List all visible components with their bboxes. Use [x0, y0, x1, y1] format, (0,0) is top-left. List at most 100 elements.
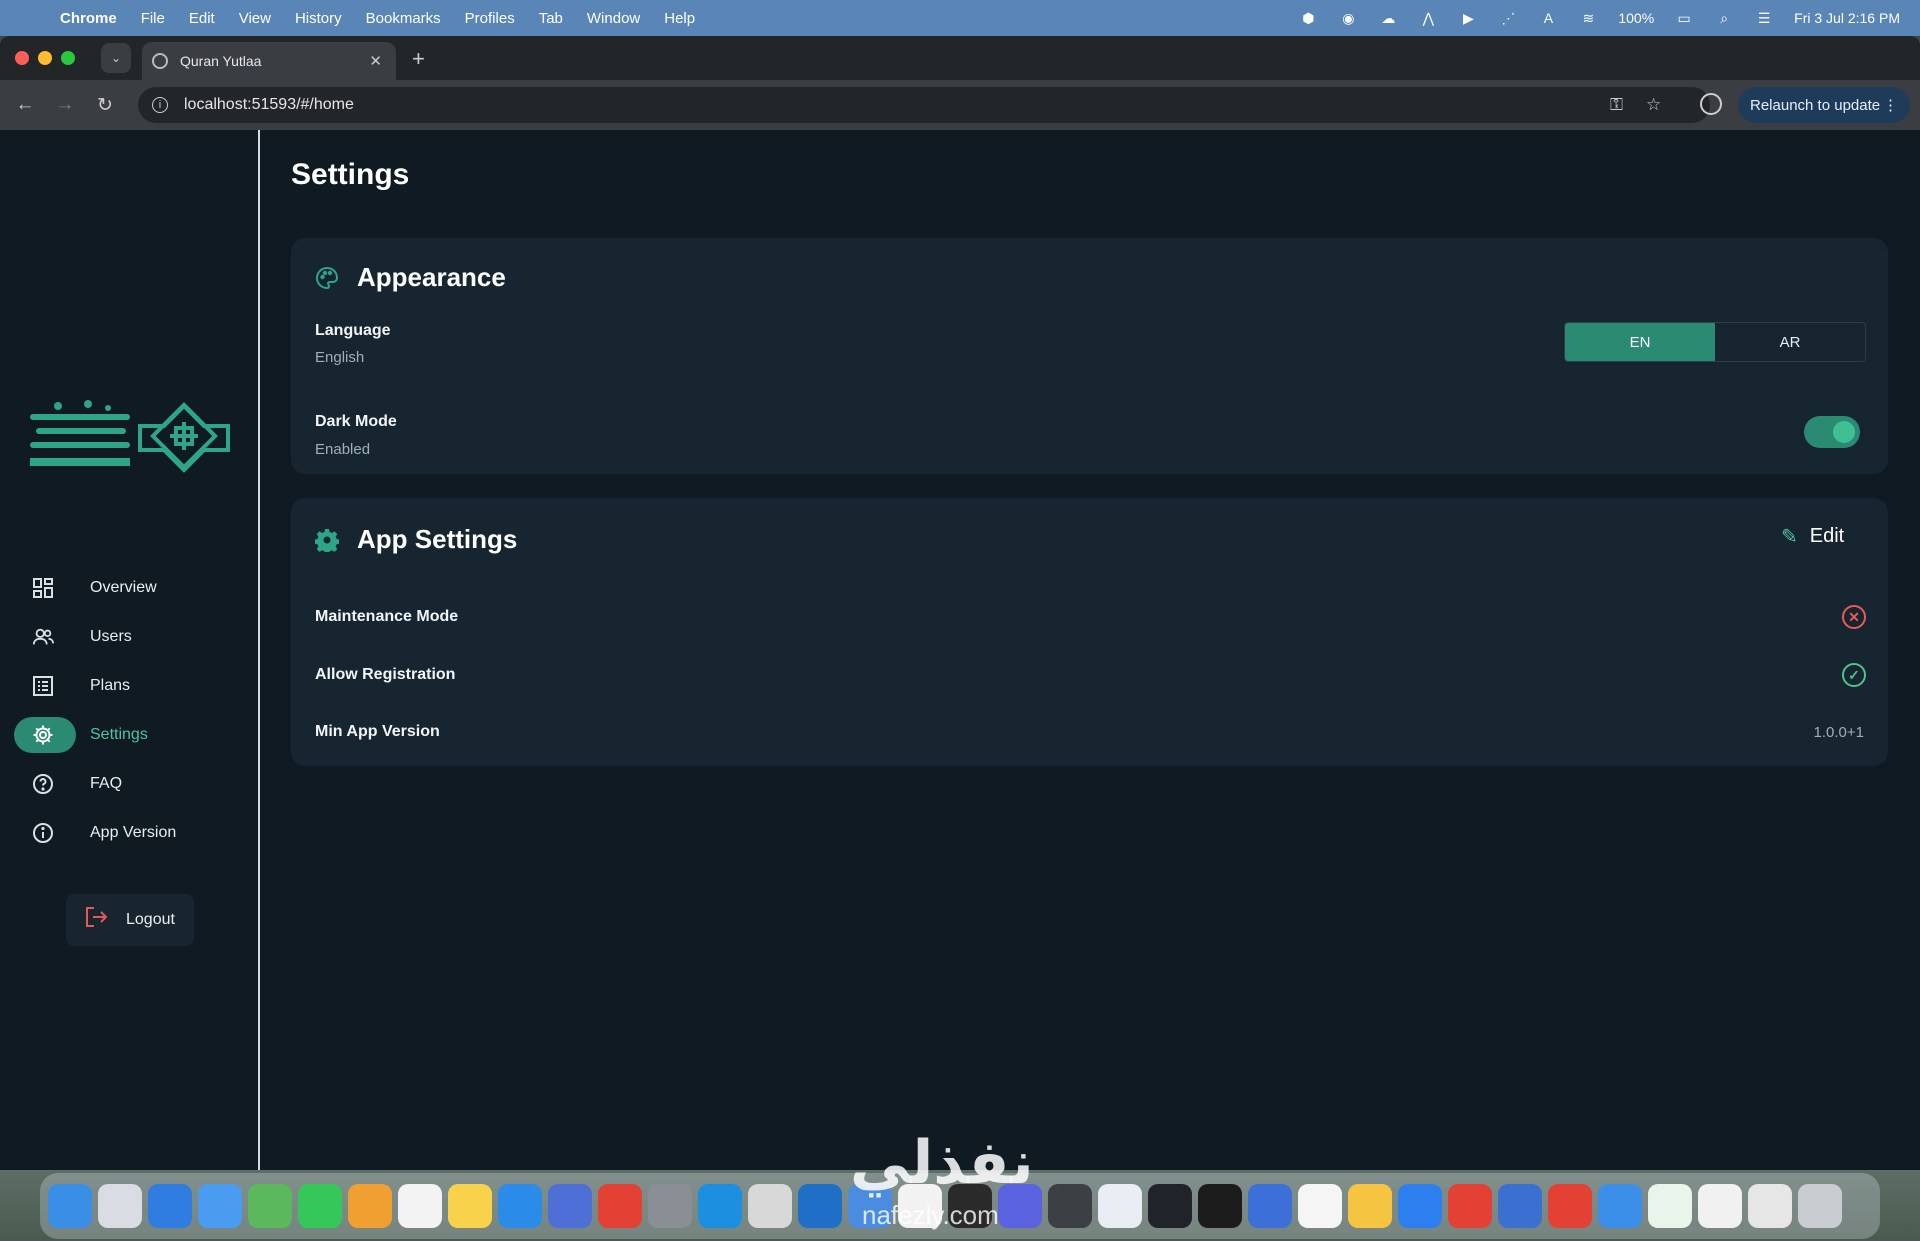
weather-icon[interactable]: ☁: [1378, 8, 1398, 28]
simulator-icon[interactable]: [548, 1184, 592, 1228]
language-option-en[interactable]: EN: [1565, 323, 1715, 361]
status-app-icon[interactable]: ⬢: [1298, 8, 1318, 28]
chrome-icon[interactable]: [1548, 1184, 1592, 1228]
back-icon[interactable]: ←: [5, 94, 45, 116]
min-app-version-value: 1.0.0+1: [1813, 724, 1864, 741]
profile-avatar-icon[interactable]: [1700, 93, 1722, 115]
menu-help[interactable]: Help: [664, 10, 695, 27]
input-source-icon[interactable]: A: [1538, 8, 1558, 28]
document-icon[interactable]: [1748, 1184, 1792, 1228]
logout-button[interactable]: Logout: [66, 894, 194, 946]
sidebar-item-users[interactable]: Users: [14, 619, 246, 655]
menu-window[interactable]: Window: [587, 10, 640, 27]
close-window-button[interactable]: [15, 51, 29, 65]
menu-bookmarks[interactable]: Bookmarks: [366, 10, 441, 27]
address-bar[interactable]: i localhost:51593/#/home ⚿ ☆: [138, 87, 1710, 123]
mail-icon[interactable]: [198, 1184, 242, 1228]
app-icon[interactable]: [1098, 1184, 1142, 1228]
sidebar-item-label: FAQ: [90, 775, 123, 792]
relaunch-label: Relaunch to update: [1750, 96, 1881, 114]
password-key-icon[interactable]: ⚿: [1610, 95, 1623, 115]
card-title-text: App Settings: [357, 524, 518, 554]
chrome-icon[interactable]: [598, 1184, 642, 1228]
dark-mode-label: Dark Mode: [315, 413, 397, 430]
bookmark-star-icon[interactable]: ☆: [1646, 95, 1661, 115]
sidebar-item-overview[interactable]: Overview: [14, 570, 246, 606]
dark-mode-toggle[interactable]: [1804, 416, 1860, 448]
wifi-icon[interactable]: ≋: [1578, 8, 1598, 28]
postgres-icon[interactable]: [748, 1184, 792, 1228]
app-icon[interactable]: [1348, 1184, 1392, 1228]
list-icon: [32, 675, 54, 697]
language-option-ar[interactable]: AR: [1715, 323, 1865, 361]
new-tab-icon[interactable]: +: [412, 46, 425, 72]
sidebar-item-label: Plans: [90, 677, 131, 694]
notes-icon[interactable]: [448, 1184, 492, 1228]
finder-icon[interactable]: [48, 1184, 92, 1228]
terminal-icon[interactable]: [1048, 1184, 1092, 1228]
zoom-window-button[interactable]: [61, 51, 75, 65]
launchpad-icon[interactable]: [98, 1184, 142, 1228]
app-icon[interactable]: [1148, 1184, 1192, 1228]
app-icon[interactable]: [1698, 1184, 1742, 1228]
status-app-icon[interactable]: ⋀: [1418, 8, 1438, 28]
allow-registration-label: Allow Registration: [315, 666, 456, 683]
sidebar-item-faq[interactable]: FAQ: [14, 766, 246, 802]
menu-file[interactable]: File: [141, 10, 165, 27]
menu-view[interactable]: View: [239, 10, 271, 27]
sidebar-item-settings[interactable]: Settings: [14, 717, 246, 753]
docker-icon[interactable]: [698, 1184, 742, 1228]
control-center-icon[interactable]: ☰: [1754, 8, 1774, 28]
spotlight-search-icon[interactable]: ⌕: [1714, 8, 1734, 28]
minimize-window-button[interactable]: [38, 51, 52, 65]
sidebar-item-label: Overview: [90, 579, 157, 596]
app-icon[interactable]: [1498, 1184, 1542, 1228]
sidebar-item-label: Users: [90, 628, 132, 645]
facetime-icon[interactable]: [298, 1184, 342, 1228]
maps-icon[interactable]: [248, 1184, 292, 1228]
relaunch-to-update-button[interactable]: Relaunch to update ⋮: [1738, 87, 1910, 123]
dark-mode-value: Enabled: [315, 441, 371, 458]
more-menu-icon[interactable]: ⋮: [1883, 96, 1898, 114]
status-app-icon[interactable]: ⋰: [1498, 8, 1518, 28]
menu-app-name[interactable]: Chrome: [60, 10, 117, 27]
vscode-icon[interactable]: [798, 1184, 842, 1228]
tab-search-chevron-icon[interactable]: ⌄: [101, 43, 131, 73]
app-icon[interactable]: [1248, 1184, 1292, 1228]
menu-tab[interactable]: Tab: [539, 10, 563, 27]
reload-icon[interactable]: ↻: [85, 94, 125, 117]
gear-icon: [315, 528, 339, 552]
app-icon[interactable]: [1648, 1184, 1692, 1228]
sidebar-item-label: App Version: [90, 824, 177, 841]
chrome-icon[interactable]: [1448, 1184, 1492, 1228]
app-icon[interactable]: [1398, 1184, 1442, 1228]
edit-button[interactable]: ✎ Edit: [1781, 524, 1844, 549]
play-icon[interactable]: ▶: [1458, 8, 1478, 28]
system-settings-icon[interactable]: [648, 1184, 692, 1228]
battery-icon[interactable]: ▭: [1674, 8, 1694, 28]
forward-icon[interactable]: →: [45, 94, 85, 116]
safari-icon[interactable]: [148, 1184, 192, 1228]
zed-icon[interactable]: [1198, 1184, 1242, 1228]
appearance-title: Appearance: [315, 262, 506, 293]
reminders-icon[interactable]: [398, 1184, 442, 1228]
trash-icon[interactable]: [1798, 1184, 1842, 1228]
close-tab-icon[interactable]: ✕: [369, 52, 382, 70]
app-store-icon[interactable]: [498, 1184, 542, 1228]
language-label: Language: [315, 322, 391, 339]
menu-clock[interactable]: Fri 3 Jul 2:16 PM: [1794, 10, 1900, 26]
site-info-icon[interactable]: i: [152, 97, 168, 113]
menu-edit[interactable]: Edit: [189, 10, 215, 27]
sidebar-item-plans[interactable]: Plans: [14, 668, 246, 704]
status-app-icon[interactable]: ◉: [1338, 8, 1358, 28]
calendar-icon[interactable]: [1298, 1184, 1342, 1228]
menu-history[interactable]: History: [295, 10, 342, 27]
app-icon[interactable]: [1598, 1184, 1642, 1228]
browser-tab[interactable]: Quran Yutlaa ✕: [142, 42, 396, 80]
photos-icon[interactable]: [348, 1184, 392, 1228]
url-text[interactable]: localhost:51593/#/home: [184, 96, 354, 114]
sidebar-item-app-version[interactable]: App Version: [14, 815, 246, 851]
menu-profiles[interactable]: Profiles: [465, 10, 515, 27]
help-circle-icon: [32, 773, 54, 795]
battery-percent: 100%: [1618, 10, 1655, 26]
